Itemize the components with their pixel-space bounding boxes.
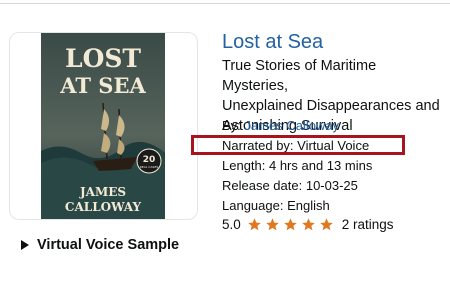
language-line: Language: English [222, 198, 330, 213]
cover-author-line1: JAMES [79, 185, 126, 199]
author-line: By: James Calloway [222, 118, 339, 134]
svg-text:REAL CASES: REAL CASES [140, 165, 159, 169]
book-title[interactable]: Lost at Sea [222, 31, 323, 53]
book-cover[interactable]: LOST AT SEA 20 REAL CASES JAMES CALLOWAY [41, 33, 165, 219]
rating-row[interactable]: 5.0 2 ratings [222, 217, 394, 232]
cover-title-line1: LOST [65, 44, 141, 73]
voice-sample-label: Virtual Voice Sample [37, 237, 180, 253]
real-cases-badge: 20 REAL CASES [136, 148, 162, 174]
svg-text:20: 20 [143, 155, 156, 165]
star-icon [302, 218, 315, 231]
rating-value: 5.0 [222, 217, 241, 232]
narrator-highlight-box [191, 135, 405, 155]
top-divider [0, 3, 450, 4]
star-icon [320, 218, 333, 231]
length-line: Length: 4 hrs and 13 mins [222, 158, 373, 173]
cover-title-line2: AT SEA [59, 73, 146, 98]
author-link[interactable]: James Calloway [244, 118, 339, 133]
cover-author-line2: CALLOWAY [65, 200, 142, 214]
release-date-line: Release date: 10-03-25 [222, 178, 358, 193]
ratings-count[interactable]: 2 ratings [342, 217, 394, 232]
star-icon [266, 218, 279, 231]
star-icon [248, 218, 261, 231]
subtitle-line-2: Unexplained Disappearances and [222, 98, 440, 114]
play-icon [21, 240, 29, 250]
cover-art: LOST AT SEA 20 REAL CASES JAMES CALLOWAY [41, 33, 165, 219]
subtitle-line-1: True Stories of Maritime Mysteries, [222, 58, 377, 94]
star-rating[interactable] [247, 217, 337, 232]
by-label: By: [222, 118, 245, 133]
star-icon [284, 218, 297, 231]
cover-card[interactable]: LOST AT SEA 20 REAL CASES JAMES CALLOWAY [9, 32, 198, 220]
voice-sample-button[interactable]: Virtual Voice Sample [21, 237, 179, 253]
